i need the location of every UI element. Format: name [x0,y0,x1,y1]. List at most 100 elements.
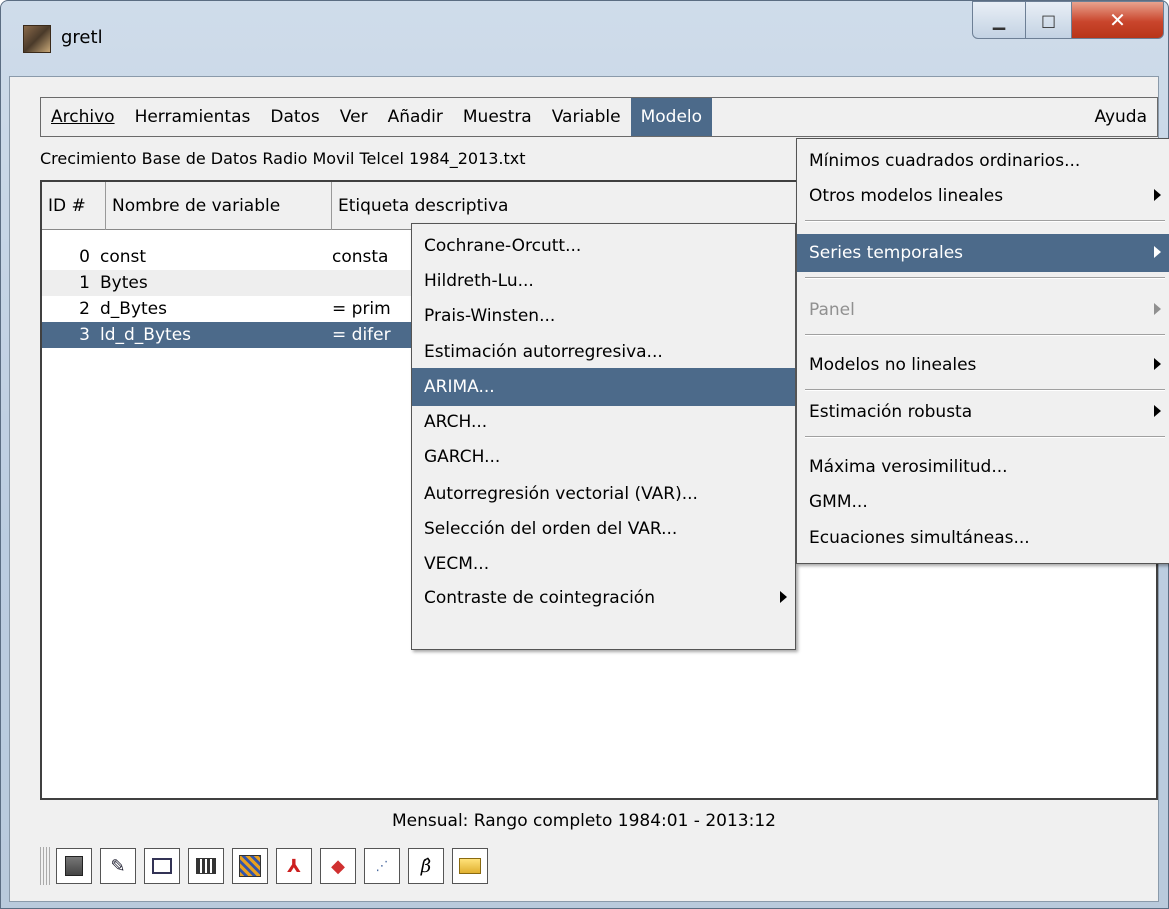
submenu-arrow-icon [1154,303,1161,315]
menu-item-panel[interactable]: Panel [797,291,1169,329]
menu-anadir[interactable]: Añadir [378,98,453,136]
submenu-arrow-icon [1154,405,1161,417]
item-label: Cochrane-Orcutt... [424,236,582,256]
menu-modelo[interactable]: Modelo [630,98,713,136]
menu-item-maxima-verosimilitud[interactable]: Máxima verosimilitud... [797,448,1169,486]
modelo-menu: Mínimos cuadrados ordinarios... Otros mo… [796,138,1169,564]
menu-label: Archivo [51,107,115,127]
book-button[interactable]: ◆ [320,848,356,884]
menu-item-estimacion-autorregresiva[interactable]: Estimación autorregresiva... [412,333,795,371]
menu-label: Herramientas [134,107,251,127]
plot-button[interactable]: ⋰ [364,848,400,884]
row-name: d_Bytes [100,299,167,319]
row-id: 3 [79,325,90,345]
item-label: Mínimos cuadrados ordinarios... [809,151,1081,171]
app-window: gretl ▁ □ ✕ Archivo Herramientas Datos V… [0,0,1169,909]
menu-item-cochrane-orcutt[interactable]: Cochrane-Orcutt... [412,227,795,265]
submenu-arrow-icon [1154,358,1161,370]
row-name: const [100,247,147,267]
menu-bar: Archivo Herramientas Datos Ver Añadir Mu… [40,97,1158,137]
pdf-icon: ⅄ [287,855,301,877]
menu-separator [805,220,1165,222]
status-bar-text: Mensual: Rango completo 1984:01 - 2013:1… [392,811,776,831]
menu-item-arima[interactable]: ARIMA... [412,368,795,406]
menu-separator [805,436,1165,438]
row-name: Bytes [100,273,148,293]
menu-variable[interactable]: Variable [542,98,631,136]
maximize-icon: □ [1040,10,1057,30]
console-icon [152,858,172,874]
item-label: Panel [809,300,855,320]
matrix-button[interactable] [232,848,268,884]
menu-item-modelos-no-lineales[interactable]: Modelos no lineales [797,346,1169,384]
menu-muestra[interactable]: Muestra [453,98,542,136]
item-label: Máxima verosimilitud... [809,457,1008,477]
menu-label: Ayuda [1094,107,1147,127]
row-id: 1 [79,273,90,293]
submenu-arrow-icon [1154,246,1161,258]
menu-separator [805,389,1165,391]
minimize-icon: ▁ [992,10,1006,30]
menu-item-minimos-cuadrados[interactable]: Mínimos cuadrados ordinarios... [797,142,1169,180]
menu-ver[interactable]: Ver [330,98,378,136]
row-name: ld_d_Bytes [100,325,192,345]
menu-item-garch[interactable]: GARCH... [412,438,795,476]
toolbar-grip[interactable] [40,847,50,885]
column-header-name[interactable]: Nombre de variable [106,182,332,230]
window-controls: ▁ □ ✕ [972,1,1164,39]
menu-item-hildreth-lu[interactable]: Hildreth-Lu... [412,262,795,300]
item-label: Selección del orden del VAR... [424,519,678,539]
edit-script-icon: ✎ [110,855,126,877]
item-label: GARCH... [424,447,501,467]
menu-separator [805,277,1165,279]
open-folder-button[interactable] [452,848,488,884]
submenu-arrow-icon [1154,189,1161,201]
menu-item-arch[interactable]: ARCH... [412,403,795,441]
calculator-button[interactable] [56,848,92,884]
item-label: Contraste de cointegración [424,588,655,608]
menu-item-gmm[interactable]: GMM... [797,483,1169,521]
menu-item-vecm[interactable]: VECM... [412,545,795,583]
pdf-button[interactable]: ⅄ [276,848,312,884]
minimize-button[interactable]: ▁ [972,1,1026,39]
edit-script-button[interactable]: ✎ [100,848,136,884]
dataset-filename: Crecimiento Base de Datos Radio Movil Te… [40,149,526,168]
series-temporales-submenu: Cochrane-Orcutt... Hildreth-Lu... Prais-… [411,223,796,650]
menu-label: Muestra [462,107,532,127]
menu-item-ecuaciones-simultaneas[interactable]: Ecuaciones simultáneas... [797,519,1169,557]
close-icon: ✕ [1109,8,1126,32]
item-label: Modelos no lineales [809,355,977,375]
item-label: ARCH... [424,412,488,432]
close-button[interactable]: ✕ [1072,1,1164,39]
menu-label: Datos [270,107,320,127]
menu-item-series-temporales[interactable]: Series temporales [797,234,1169,272]
menu-datos[interactable]: Datos [260,98,329,136]
menu-ayuda[interactable]: Ayuda [1084,98,1157,136]
item-label: Ecuaciones simultáneas... [809,528,1030,548]
menu-label: Modelo [640,107,703,127]
matrix-icon [239,855,261,877]
window-title: gretl [61,27,103,48]
menu-herramientas[interactable]: Herramientas [125,98,261,136]
menu-archivo[interactable]: Archivo [41,98,125,136]
menu-item-estimacion-robusta[interactable]: Estimación robusta [797,393,1169,431]
item-label: Hildreth-Lu... [424,271,534,291]
calculator-icon [65,856,83,876]
item-label: VECM... [424,554,490,574]
submenu-arrow-icon [780,591,787,603]
menu-item-contraste-cointegracion[interactable]: Contraste de cointegración [412,579,795,617]
menu-item-var[interactable]: Autorregresión vectorial (VAR)... [412,475,795,513]
item-label: Estimación robusta [809,402,973,422]
beta-button[interactable]: β̂ [408,848,444,884]
row-id: 2 [79,299,90,319]
menu-item-otros-modelos-lineales[interactable]: Otros modelos lineales [797,177,1169,215]
column-header-id[interactable]: ID # [42,182,106,230]
menu-item-orden-var[interactable]: Selección del orden del VAR... [412,510,795,548]
menu-label: Ver [339,107,368,127]
item-label: Prais-Winsten... [424,306,556,326]
session-icon [196,858,216,874]
console-button[interactable] [144,848,180,884]
maximize-button[interactable]: □ [1026,1,1072,39]
session-button[interactable] [188,848,224,884]
menu-item-prais-winsten[interactable]: Prais-Winsten... [412,297,795,335]
